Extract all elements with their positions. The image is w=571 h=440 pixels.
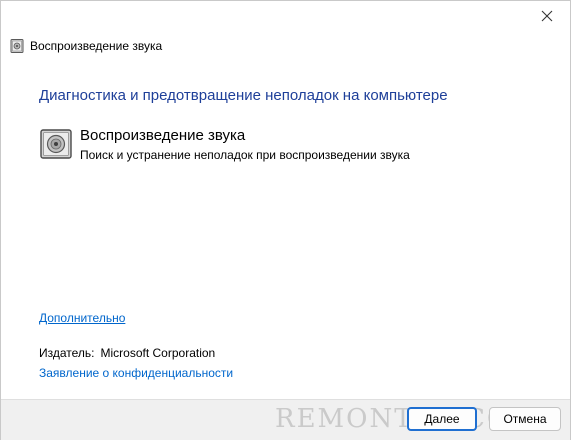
close-button[interactable] <box>524 1 570 31</box>
cancel-button[interactable]: Отмена <box>489 407 561 431</box>
speaker-icon <box>10 39 24 53</box>
publisher-info: Издатель: Microsoft Corporation <box>39 346 215 360</box>
close-icon <box>541 10 553 22</box>
window-header: Воспроизведение звука <box>10 38 162 54</box>
task-title: Воспроизведение звука <box>80 127 246 144</box>
window-title: Воспроизведение звука <box>30 39 163 53</box>
publisher-value: Microsoft Corporation <box>100 346 216 360</box>
privacy-statement-link[interactable]: Заявление о конфиденциальности <box>39 366 233 380</box>
troubleshooter-window: Воспроизведение звука Диагностика и пред… <box>0 0 571 440</box>
footer-bar <box>1 399 570 440</box>
publisher-label: Издатель: <box>39 346 95 360</box>
speaker-icon <box>40 129 72 159</box>
next-button[interactable]: Далее <box>407 407 477 431</box>
additional-link[interactable]: Дополнительно <box>39 311 125 325</box>
troubleshooter-task-audio[interactable]: Воспроизведение звука Поиск и устранение… <box>39 127 539 163</box>
task-description: Поиск и устранение неполадок при воспрои… <box>80 148 410 162</box>
title-bar <box>1 1 570 31</box>
page-heading: Диагностика и предотвращение неполадок н… <box>39 87 448 104</box>
